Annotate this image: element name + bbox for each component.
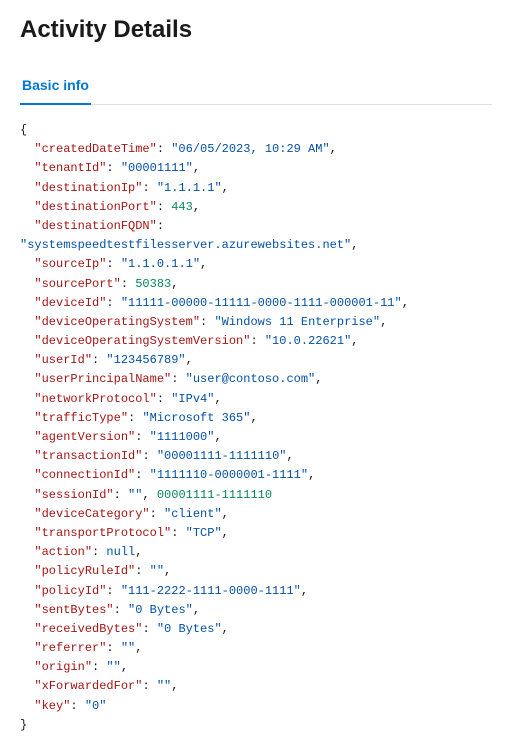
page-title: Activity Details	[20, 16, 492, 48]
activity-details-panel: Activity Details Basic info { "createdDa…	[0, 0, 512, 755]
tab-bar: Basic info	[20, 68, 492, 105]
tab-basic-info[interactable]: Basic info	[20, 69, 91, 105]
json-content: { "createdDateTime": "06/05/2023, 10:29 …	[20, 121, 492, 735]
